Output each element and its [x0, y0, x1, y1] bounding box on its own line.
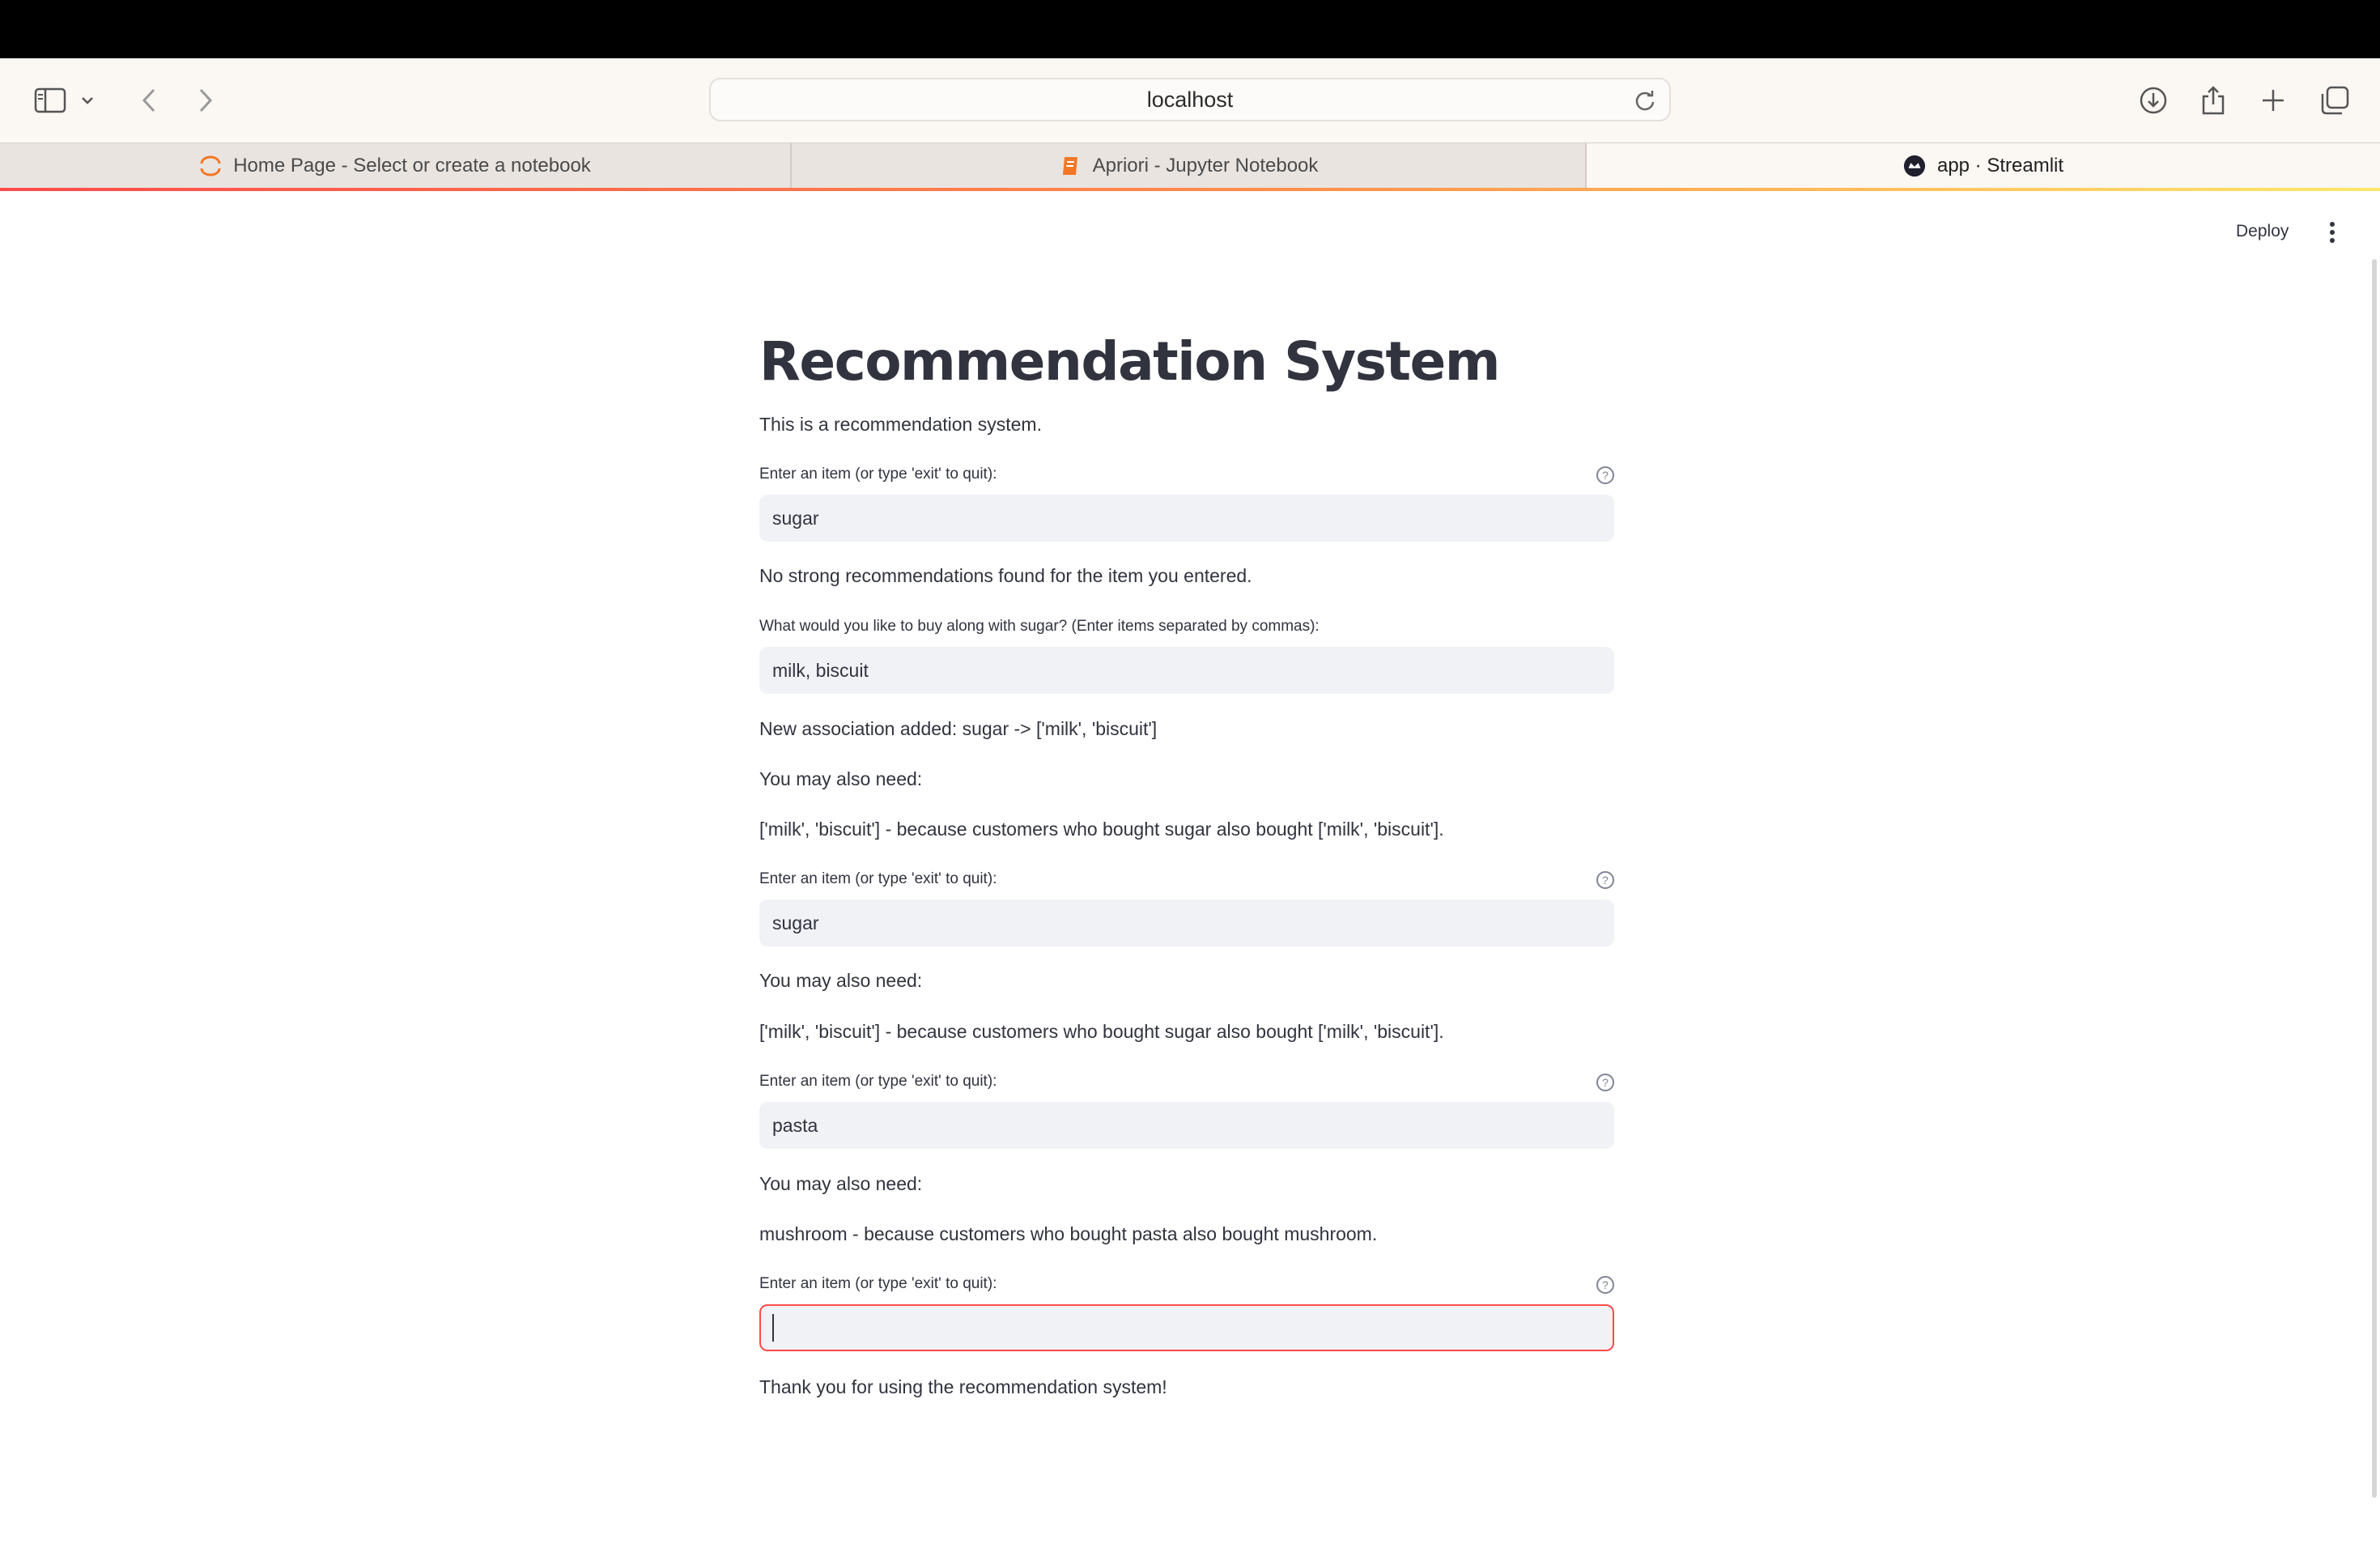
- item-input-value: pasta: [772, 1114, 818, 1136]
- may-also-need-text: You may also need:: [759, 970, 923, 991]
- streamlit-icon: [1903, 155, 1926, 177]
- page-title: Recommendation System: [759, 330, 1501, 393]
- new-tab-icon[interactable]: [2250, 78, 2296, 123]
- address-bar[interactable]: localhost: [709, 78, 1671, 121]
- help-icon[interactable]: ?: [1596, 871, 1614, 889]
- loading-accent-line: [0, 188, 2380, 191]
- item-input-value: sugar: [772, 507, 819, 529]
- sidebar-toggle-icon[interactable]: [28, 78, 73, 123]
- help-icon[interactable]: ?: [1596, 466, 1614, 484]
- address-text: localhost: [1146, 87, 1234, 112]
- recommendation-text: ['milk', 'biscuit'] - because customers …: [759, 819, 1444, 840]
- item-input-label: Enter an item (or type 'exit' to quit):: [759, 1073, 997, 1090]
- buy-along-input-value: milk, biscuit: [772, 659, 869, 681]
- share-icon[interactable]: [2191, 78, 2236, 123]
- no-recommendation-text: No strong recommendations found for the …: [759, 565, 1252, 586]
- item-input[interactable]: pasta: [759, 1102, 1614, 1149]
- forward-icon[interactable]: [183, 78, 228, 123]
- reload-icon[interactable]: [1632, 87, 1658, 113]
- tab-overview-icon[interactable]: [2312, 78, 2357, 123]
- may-also-need-text: You may also need:: [759, 768, 923, 789]
- intro-text: This is a recommendation system.: [759, 414, 1042, 435]
- thank-you-text: Thank you for using the recommendation s…: [759, 1376, 1167, 1397]
- buy-along-input[interactable]: milk, biscuit: [759, 647, 1614, 694]
- deploy-button[interactable]: Deploy: [2236, 217, 2289, 246]
- text-caret: [772, 1314, 774, 1342]
- recommendation-text: mushroom - because customers who bought …: [759, 1223, 1378, 1244]
- recommendation-text: ['milk', 'biscuit'] - because customers …: [759, 1021, 1444, 1042]
- item-input-label: Enter an item (or type 'exit' to quit):: [759, 1275, 997, 1292]
- tab-streamlit-app[interactable]: app · Streamlit: [1587, 143, 2380, 189]
- tab-apriori-notebook[interactable]: Apriori - Jupyter Notebook: [792, 143, 1587, 189]
- tab-home-page[interactable]: Home Page - Select or create a notebook: [0, 143, 792, 189]
- help-icon[interactable]: ?: [1596, 1074, 1614, 1091]
- association-added-text: New association added: sugar -> ['milk',…: [759, 718, 1158, 739]
- tab-label: app · Streamlit: [1936, 155, 2064, 176]
- item-input-value: sugar: [772, 912, 819, 933]
- help-icon[interactable]: ?: [1596, 1276, 1614, 1294]
- tab-label: Apriori - Jupyter Notebook: [1092, 155, 1319, 176]
- download-icon[interactable]: [2131, 78, 2176, 123]
- os-menu-bar: [0, 0, 2380, 58]
- jupyter-icon: [199, 155, 222, 177]
- chevron-down-icon[interactable]: [71, 78, 104, 123]
- tab-bar: Home Page - Select or create a notebook …: [0, 142, 2380, 189]
- scrollbar[interactable]: [2372, 259, 2377, 1498]
- buy-along-input-label: What would you like to buy along with su…: [759, 618, 1320, 635]
- item-input-label: Enter an item (or type 'exit' to quit):: [759, 466, 997, 483]
- more-options-icon[interactable]: [2323, 219, 2341, 246]
- item-input[interactable]: sugar: [759, 495, 1614, 542]
- item-input[interactable]: sugar: [759, 899, 1614, 946]
- may-also-need-text: You may also need:: [759, 1173, 923, 1194]
- back-icon[interactable]: [126, 78, 172, 123]
- tab-label: Home Page - Select or create a notebook: [233, 155, 591, 176]
- notebook-icon: [1059, 155, 1082, 177]
- item-input-active[interactable]: [759, 1304, 1614, 1351]
- item-input-label: Enter an item (or type 'exit' to quit):: [759, 870, 997, 887]
